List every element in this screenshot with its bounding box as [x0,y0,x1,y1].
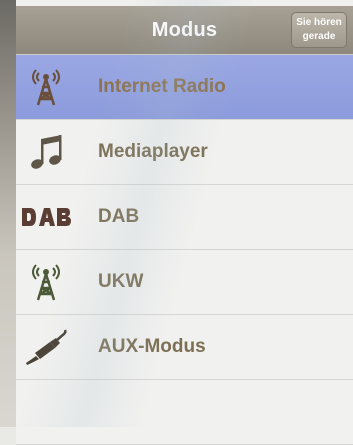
header-bar: Modus Sie hören gerade [16,6,353,54]
empty-list-row [16,380,353,445]
list-item-internet-radio[interactable]: Internet Radio [16,55,353,120]
screen: Modus Sie hören gerade Internet Radio Me… [0,0,353,445]
list-item-label: Mediaplayer [98,141,208,162]
mode-list: Internet Radio Mediaplayer DAB UKW AUX-M… [16,55,353,445]
list-item-label: UKW [98,271,144,292]
list-item-label: DAB [98,206,140,227]
list-item-dab[interactable]: DAB [16,185,353,250]
aux-cable-icon [16,315,76,379]
radio-tower-icon [16,250,76,314]
now-playing-label-line2: gerade [302,31,336,42]
list-item-label: AUX-Modus [98,336,206,357]
list-item-label: Internet Radio [98,76,226,97]
list-item-ukw[interactable]: UKW [16,250,353,315]
music-note-icon [16,120,76,184]
list-item-mediaplayer[interactable]: Mediaplayer [16,120,353,185]
radio-tower-icon [16,55,76,119]
list-item-aux-modus[interactable]: AUX-Modus [16,315,353,380]
dab-logo-icon [16,185,76,249]
now-playing-label-line1: Sie hören [296,17,342,28]
device-edge [0,0,16,427]
now-playing-button[interactable]: Sie hören gerade [291,12,347,48]
